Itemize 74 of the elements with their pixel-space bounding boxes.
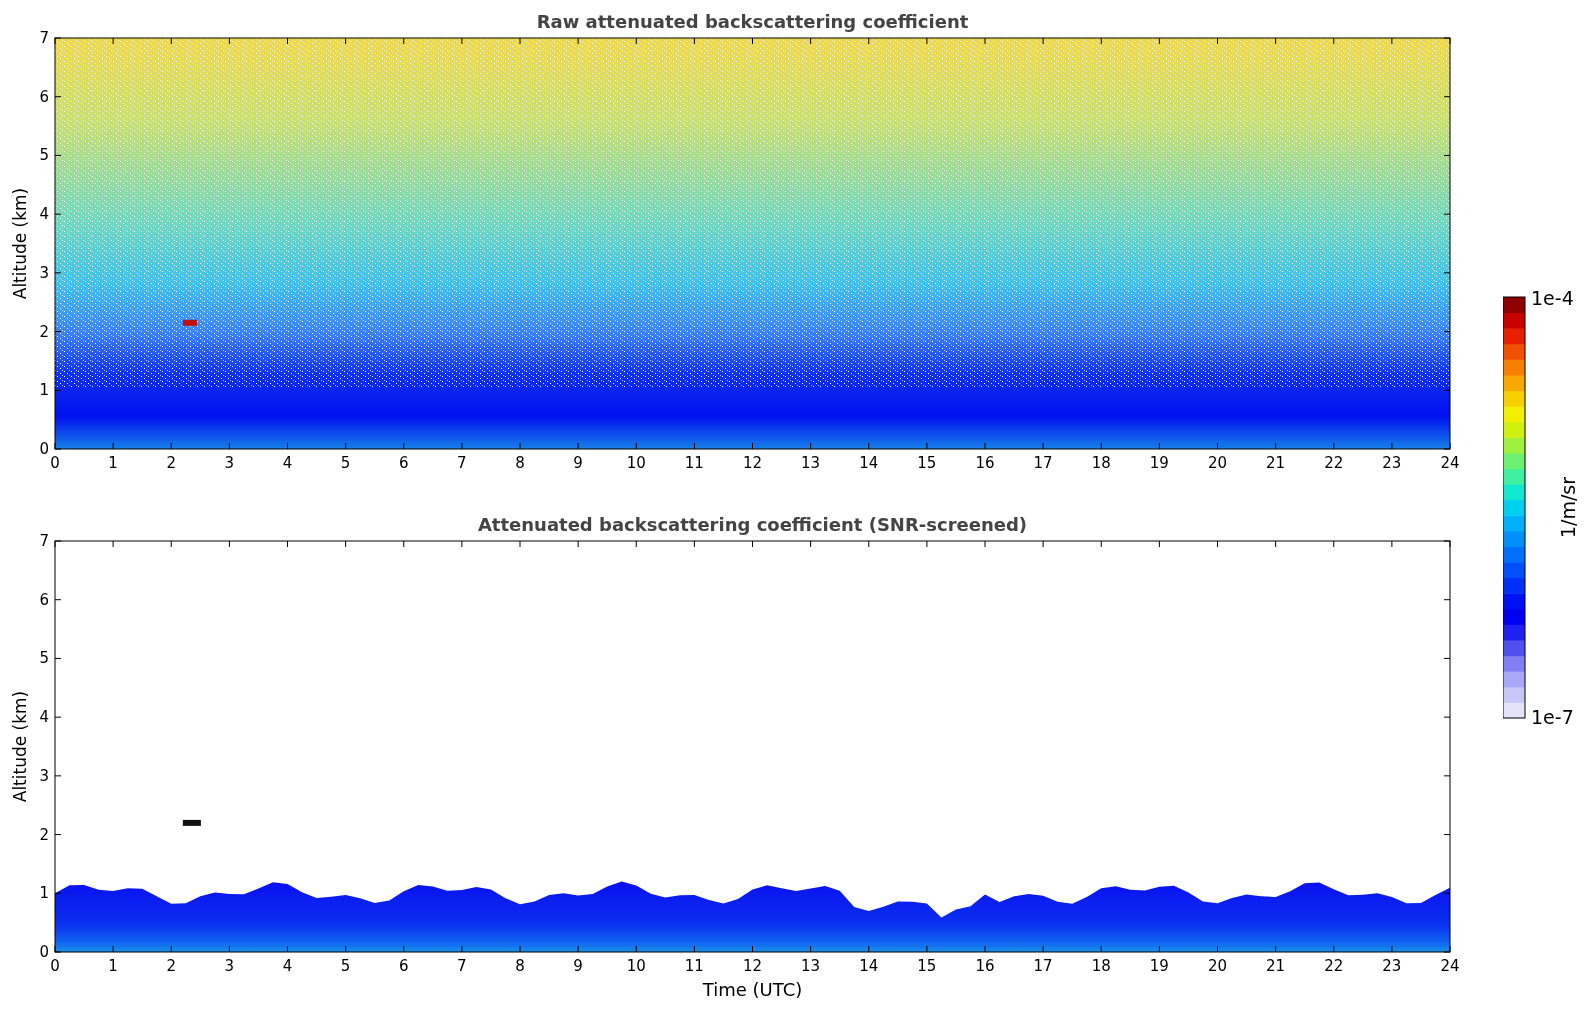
x-tick-label: 10	[626, 454, 646, 472]
x-tick-label: 13	[801, 454, 821, 472]
y-tick-label: 2	[39, 825, 49, 844]
x-tick-label: 21	[1266, 454, 1286, 472]
x-tick-label: 7	[457, 957, 467, 975]
x-tick-label: 23	[1382, 957, 1402, 975]
x-tick-label: 12	[742, 454, 763, 472]
x-tick-label: 0	[50, 454, 60, 472]
y-tick-label: 3	[39, 766, 49, 785]
x-tick-label: 7	[457, 454, 467, 472]
x-tick-label: 11	[684, 454, 704, 472]
y-tick-label: 6	[39, 590, 49, 609]
x-tick-label: 17	[1033, 957, 1053, 975]
x-tick-label: 2	[166, 454, 176, 472]
y-tick-label: 4	[39, 205, 49, 224]
y-tick-label: 5	[39, 146, 49, 165]
x-tick-label: 4	[282, 454, 293, 472]
colorbar-max-label: 1e-4	[1531, 287, 1574, 309]
x-tick-label: 9	[573, 957, 583, 975]
x-tick-label: 9	[573, 454, 583, 472]
x-tick-label: 1	[108, 957, 118, 975]
plot-title: Raw attenuated backscattering coefficient	[536, 11, 969, 32]
y-tick-label: 3	[39, 263, 49, 282]
x-tick-label: 6	[399, 957, 409, 975]
x-tick-label: 20	[1207, 454, 1228, 472]
y-tick-label: 7	[39, 29, 49, 47]
x-tick-label: 12	[742, 957, 763, 975]
y-tick-label: 5	[39, 649, 49, 668]
x-tick-label: 17	[1033, 454, 1053, 472]
x-tick-label: 10	[626, 957, 646, 975]
x-tick-label: 19	[1149, 454, 1169, 472]
x-tick-label: 22	[1324, 454, 1344, 472]
y-tick-label: 0	[39, 943, 49, 961]
x-tick-label: 16	[975, 957, 995, 975]
y-tick-label: 4	[39, 708, 49, 727]
x-tick-label: 19	[1149, 957, 1169, 975]
x-tick-label: 15	[917, 454, 937, 472]
x-tick-label: 22	[1324, 957, 1344, 975]
x-tick-label: 21	[1266, 957, 1286, 975]
x-tick-label: 13	[801, 957, 821, 975]
y-tick-label: 1	[39, 884, 49, 903]
colorbar-min-label: 1e-7	[1531, 706, 1574, 728]
x-tick-label: 23	[1382, 454, 1402, 472]
x-tick-label: 18	[1091, 957, 1111, 975]
x-tick-label: 18	[1091, 454, 1111, 472]
x-tick-label: 6	[399, 454, 409, 472]
plot-title: Attenuated backscattering coefficient (SNR-screened)	[477, 514, 1028, 535]
y-tick-label: 0	[39, 440, 49, 458]
y-tick-label: 1	[39, 381, 49, 400]
y-tick-label: 2	[39, 322, 49, 341]
x-tick-label: 8	[515, 957, 525, 975]
x-tick-label: 16	[975, 454, 995, 472]
y-axis-label: Altitude (km)	[10, 187, 30, 300]
x-tick-label: 4	[282, 957, 293, 975]
x-tick-label: 20	[1207, 957, 1228, 975]
x-tick-label: 5	[340, 957, 351, 975]
x-tick-label: 8	[515, 454, 525, 472]
colorbar-label: 1/m/sr	[1557, 476, 1579, 539]
x-tick-label: 11	[684, 957, 704, 975]
x-tick-label: 3	[224, 957, 235, 975]
x-tick-label: 14	[859, 454, 879, 472]
y-tick-label: 7	[39, 532, 49, 550]
x-tick-label: 2	[166, 957, 176, 975]
y-axis-label: Altitude (km)	[10, 690, 30, 803]
x-tick-label: 24	[1440, 454, 1460, 472]
y-tick-label: 6	[39, 87, 49, 106]
x-tick-label: 24	[1440, 957, 1460, 975]
x-tick-label: 5	[340, 454, 351, 472]
x-tick-label: 1	[108, 454, 118, 472]
x-tick-label: 0	[50, 957, 60, 975]
x-axis-label: Time (UTC)	[702, 979, 803, 1000]
x-tick-label: 15	[917, 957, 937, 975]
x-tick-label: 3	[224, 454, 235, 472]
x-tick-label: 14	[859, 957, 879, 975]
